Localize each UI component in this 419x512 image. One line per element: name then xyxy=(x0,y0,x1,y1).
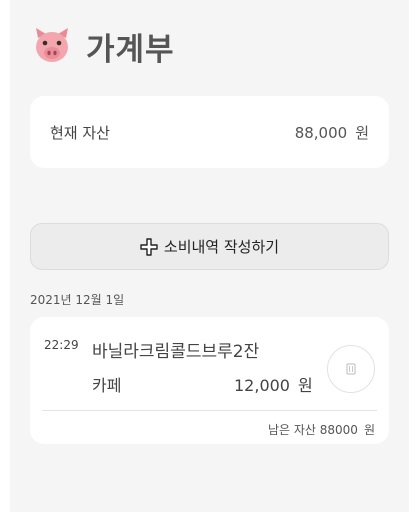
trash-icon xyxy=(346,363,356,375)
add-expense-button[interactable]: 소비내역 작성하기 xyxy=(30,223,389,270)
remaining-unit: 원 xyxy=(363,423,375,437)
remaining-assets: 남은 자산 88000 원 xyxy=(268,421,375,438)
asset-card: 현재 자산 88,000 원 xyxy=(30,96,389,168)
asset-label: 현재 자산 xyxy=(50,124,110,142)
pig-face-icon xyxy=(36,28,68,62)
asset-unit: 원 xyxy=(355,124,369,142)
remaining-label: 남은 자산 xyxy=(267,423,316,437)
header: 가계부 xyxy=(32,24,175,68)
plus-icon xyxy=(140,237,158,256)
delete-transaction-button[interactable] xyxy=(327,345,375,393)
transaction-category: 카페 xyxy=(92,376,122,395)
app-container: 가계부 현재 자산 88,000 원 소비내역 작성하기 2021년 12월 1일… xyxy=(10,0,409,512)
page-title: 가계부 xyxy=(86,31,175,68)
date-header: 2021년 12월 1일 xyxy=(30,293,125,307)
divider xyxy=(42,410,377,411)
transaction-amount-unit: 원 xyxy=(297,376,313,395)
transaction-time: 22:29 xyxy=(44,338,79,352)
asset-amount: 88,000 xyxy=(294,124,348,142)
transaction-amount-value: 12,000 xyxy=(234,376,290,395)
transaction-card: 22:29 바닐라크림콜드브루2잔 카페 12,000 원 남은 자산 88000… xyxy=(30,317,389,444)
asset-value: 88,000 원 xyxy=(295,122,369,143)
transaction-amount: 12,000 원 xyxy=(234,372,313,396)
add-expense-label: 소비내역 작성하기 xyxy=(163,238,280,256)
remaining-value: 88000 xyxy=(319,423,358,437)
transaction-name: 바닐라크림콜드브루2잔 xyxy=(92,342,260,362)
